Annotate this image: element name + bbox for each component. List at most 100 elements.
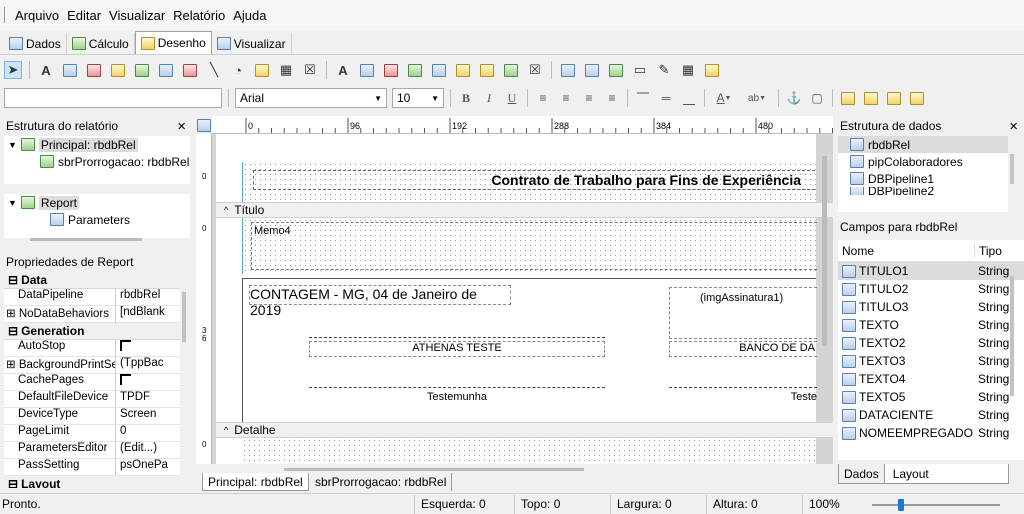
align-left-icon[interactable]: ≡ [534, 89, 552, 107]
db-barcode-icon[interactable] [454, 61, 472, 79]
prop-row[interactable]: PageLimit 0 [4, 425, 180, 442]
image-icon[interactable] [157, 61, 175, 79]
menu-visualizar[interactable]: Visualizar [105, 8, 169, 23]
select-arrow-icon[interactable]: ➤ [4, 61, 22, 79]
company-left-label[interactable]: ATHENAS TESTE [309, 341, 605, 357]
expand-icon[interactable]: ▼ [8, 140, 17, 150]
checkbox-icon[interactable] [120, 374, 131, 385]
prop-group-layout[interactable]: ⊟ Layout [4, 476, 180, 488]
db-image-icon[interactable] [430, 61, 448, 79]
table-icon[interactable]: ▦ [679, 61, 697, 79]
expand-icon[interactable]: ▼ [8, 198, 17, 208]
chart-icon[interactable]: ◔ [229, 61, 247, 79]
map-icon[interactable] [703, 61, 721, 79]
field-row[interactable]: TEXTO String [838, 316, 1024, 334]
close-icon[interactable]: × [1009, 118, 1018, 135]
tree-item-principal[interactable]: ▼ Principal: rbdbRel [4, 136, 190, 153]
vertical-scrollbar[interactable] [822, 156, 827, 346]
prop-row[interactable]: PassSetting psOnePa [4, 459, 180, 476]
db-memo-icon[interactable] [358, 61, 376, 79]
prop-value[interactable] [116, 374, 180, 390]
db-label-icon[interactable]: A [334, 61, 352, 79]
zoom-thumb[interactable] [898, 498, 904, 511]
field-row[interactable]: TITULO1 String [838, 262, 1024, 280]
collapse-icon[interactable]: ⊟ [8, 477, 18, 488]
signature-image[interactable]: (imgAssinatura1) [669, 287, 817, 339]
witness-left-label[interactable]: Testemunha [309, 391, 605, 405]
shape-icon[interactable] [181, 61, 199, 79]
tab-desenho[interactable]: Desenho [134, 31, 212, 54]
ruler-units-icon[interactable] [196, 116, 212, 134]
band-titulo[interactable]: ^ Título [216, 202, 833, 218]
bold-button[interactable]: B [457, 89, 475, 107]
menu-ajuda[interactable]: Ajuda [229, 8, 270, 23]
tab-calculo[interactable]: Cálculo [67, 33, 135, 54]
prop-row[interactable]: ParametersEditor (Edit...) [4, 442, 180, 459]
anchor-icon[interactable]: ⚓ [785, 89, 803, 107]
checkbox-icon[interactable]: ☒ [301, 61, 319, 79]
font-name-select[interactable]: Arial ▼ [235, 88, 387, 108]
tab-layout-panel[interactable]: Layout [884, 464, 1009, 484]
field-row[interactable]: TEXTO2 String [838, 334, 1024, 352]
data-item-rbdbrel[interactable]: rbdbRel [838, 136, 1008, 153]
prop-row[interactable]: ⊞ BackgroundPrintSe (TppBac [4, 357, 180, 374]
tab-sbrprorrogacao[interactable]: sbrProrrogacao: rbdbRel [310, 473, 453, 491]
crosstab-icon[interactable] [607, 61, 625, 79]
col-name-header[interactable]: Nome [838, 244, 974, 258]
field-row[interactable]: NOMEEMPREGADO String [838, 424, 1024, 442]
align-bottom-icon[interactable]: ⎽ [680, 89, 698, 107]
close-icon[interactable]: × [177, 118, 186, 135]
db-barcode2d-icon[interactable] [478, 61, 496, 79]
vertical-scrollbar[interactable] [1010, 276, 1014, 396]
prop-value[interactable]: TPDF [116, 391, 180, 407]
collapse-icon[interactable]: ⊟ [8, 324, 18, 338]
tab-principal[interactable]: Principal: rbdbRel [202, 473, 309, 491]
db-calc-icon[interactable] [406, 61, 424, 79]
date-label[interactable]: CONTAGEM - MG, 04 de Janeiro de 2019 [249, 285, 511, 318]
align-objects-icon[interactable] [885, 89, 903, 107]
highlight-color-icon[interactable]: ab ▼ [742, 89, 772, 107]
variable-icon[interactable] [133, 61, 151, 79]
expand-icon[interactable]: ⊞ [6, 359, 19, 371]
data-item-dbpipeline2[interactable]: DBPipeline2 [838, 187, 1008, 195]
tab-visualizar[interactable]: Visualizar [212, 33, 292, 54]
data-item-pipcolaboradores[interactable]: pipColaboradores [838, 153, 1008, 170]
send-back-icon[interactable] [862, 89, 880, 107]
region-icon[interactable] [559, 61, 577, 79]
memo-icon[interactable] [61, 61, 79, 79]
menu-editar[interactable]: Editar [63, 8, 105, 23]
prop-value[interactable]: (TppBac [116, 357, 180, 373]
prop-row[interactable]: CachePages [4, 374, 180, 391]
prop-row[interactable]: DeviceType Screen [4, 408, 180, 425]
prop-group-data[interactable]: ⊟ Data [4, 272, 180, 289]
align-right-icon[interactable]: ≡ [580, 89, 598, 107]
font-color-icon[interactable]: A ▼ [711, 89, 737, 107]
richtext-icon[interactable] [85, 61, 103, 79]
field-row[interactable]: TITULO3 String [838, 298, 1024, 316]
prop-row[interactable]: AutoStop [4, 340, 180, 357]
prop-group-generation[interactable]: ⊟ Generation [4, 323, 180, 340]
company-right-label[interactable]: BANCO DE DA [669, 341, 817, 357]
db-richtext-icon[interactable] [382, 61, 400, 79]
page-break-icon[interactable]: ▭ [631, 61, 649, 79]
label-icon[interactable]: A [37, 61, 55, 79]
menu-relatorio[interactable]: Relatório [169, 8, 229, 23]
header-title-label[interactable]: Contrato de Trabalho para Fins de Experi… [253, 170, 815, 190]
expand-icon[interactable]: ⊞ [6, 308, 19, 320]
tab-dados[interactable]: Dados [4, 33, 67, 54]
prop-value[interactable]: Screen [116, 408, 180, 424]
band-detalhe[interactable]: ^ Detalhe [216, 422, 833, 438]
horizontal-scrollbar[interactable] [284, 468, 584, 471]
paint-icon[interactable]: ✎ [655, 61, 673, 79]
tree-item-report[interactable]: ▼ Report [4, 194, 190, 211]
prop-value[interactable] [116, 340, 180, 356]
vertical-scrollbar[interactable] [1010, 154, 1014, 184]
font-size-select[interactable]: 10 ▼ [392, 88, 444, 108]
prop-value[interactable]: [ndBlank [116, 306, 180, 322]
prop-value[interactable]: 0 [116, 425, 180, 441]
field-row[interactable]: TEXTO5 String [838, 388, 1024, 406]
align-top-icon[interactable]: ⎺ [634, 89, 652, 107]
menu-arquivo[interactable]: Arquivo [11, 8, 63, 23]
system-variable-icon[interactable] [109, 61, 127, 79]
col-type-header[interactable]: Tipo [974, 243, 1002, 258]
